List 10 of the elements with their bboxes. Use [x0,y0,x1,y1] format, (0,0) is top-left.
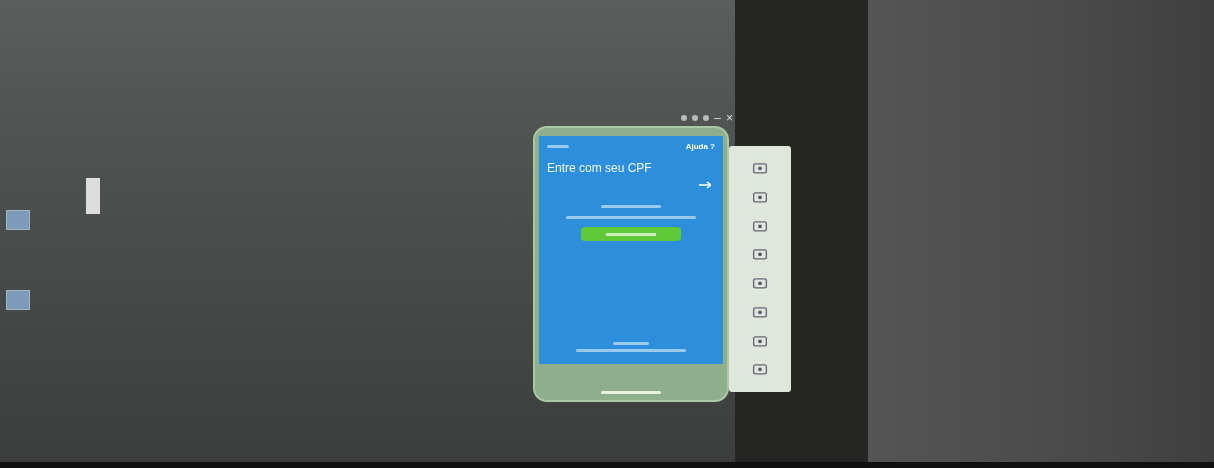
dot-icon [703,115,710,121]
window-control[interactable]: × [726,112,733,124]
illegible-text [613,342,649,345]
illegible-text [601,205,661,208]
illegible-text [547,145,569,148]
help-link[interactable]: Ajuda ? [685,142,715,151]
heading: Entre com seu CPF [547,161,653,175]
dot-icon [692,115,699,121]
dot-icon [681,115,688,121]
window-control[interactable]: – [714,112,721,124]
